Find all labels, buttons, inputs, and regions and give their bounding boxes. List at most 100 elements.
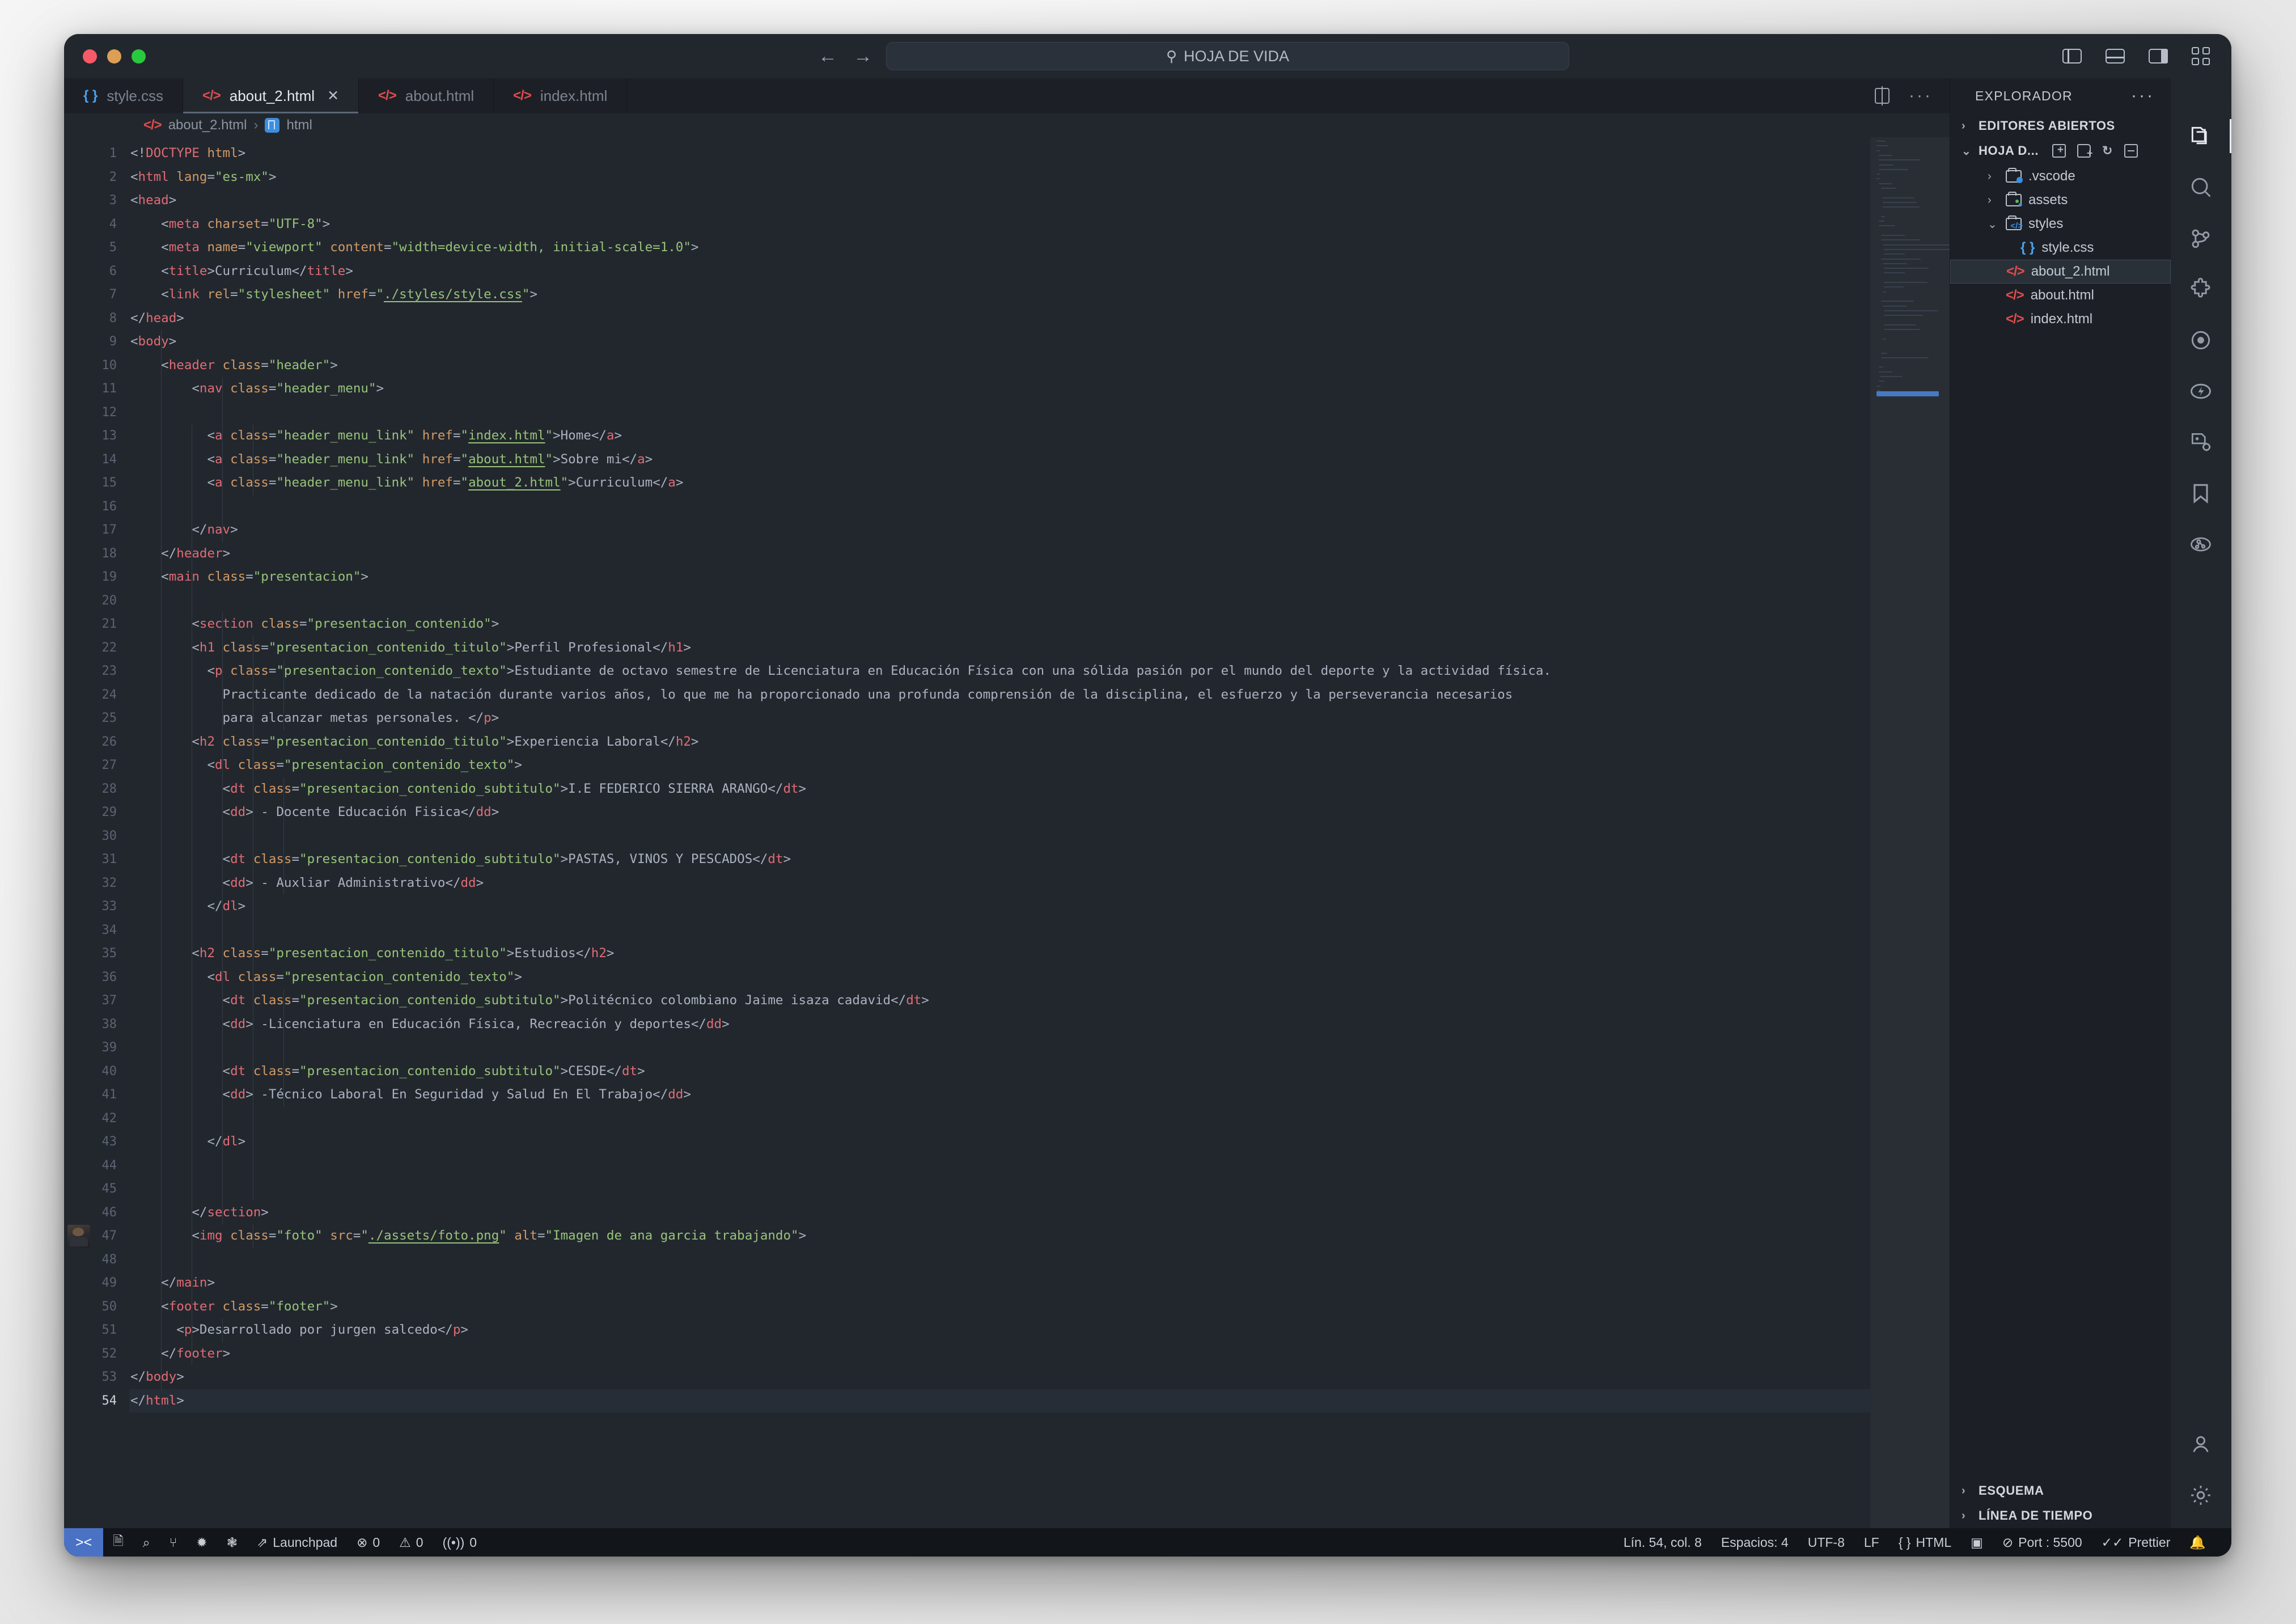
code-line[interactable]: <dd> -Técnico Laboral En Seguridad y Sal… (129, 1083, 1870, 1107)
section-open-editors[interactable]: › EDITORES ABIERTOS (1950, 113, 2171, 138)
toggle-primary-sidebar-icon[interactable] (2062, 49, 2082, 64)
tree-item-styles[interactable]: ⌄ </> styles (1950, 212, 2171, 236)
extensions-puzzle-icon[interactable] (2188, 277, 2214, 303)
code-line[interactable]: <meta charset="UTF-8"> (129, 213, 1870, 236)
back-arrow-icon[interactable]: ← (818, 46, 837, 66)
settings-gear-icon[interactable] (2188, 1483, 2214, 1509)
tree-item-style-css[interactable]: { } style.css (1950, 236, 2171, 260)
code-line[interactable]: <!DOCTYPE html> (129, 142, 1870, 166)
code-line[interactable]: <dt class="presentacion_contenido_subtit… (129, 1060, 1870, 1084)
new-folder-icon[interactable] (2077, 144, 2093, 159)
refresh-icon[interactable]: ↻ (2102, 145, 2113, 157)
code-line[interactable]: <dd> - Docente Educación Fisica</dd> (129, 801, 1870, 824)
minimap-slider[interactable] (1871, 137, 1950, 1528)
status-item-debug-bug-icon[interactable]: ✹ (187, 1535, 217, 1550)
toggle-secondary-sidebar-icon[interactable] (2149, 49, 2168, 64)
code-line[interactable]: Practicante dedicado de la natación dura… (129, 683, 1870, 707)
code-line[interactable] (129, 495, 1870, 519)
code-line[interactable]: <header class="header"> (129, 354, 1870, 378)
tree-item--vscode[interactable]: › .vscode (1950, 164, 2171, 188)
code-line[interactable]: <nav class="header_menu"> (129, 377, 1870, 401)
code-line[interactable] (129, 1107, 1870, 1131)
code-line[interactable]: </footer> (129, 1342, 1870, 1366)
forward-arrow-icon[interactable]: → (853, 46, 872, 66)
split-editor-icon[interactable] (1875, 86, 1890, 105)
minimize-window-button[interactable] (107, 49, 121, 64)
section-workspace-folder[interactable]: ⌄ HOJA D... ↻ (1950, 138, 2171, 163)
tree-item-index-html[interactable]: </> index.html (1950, 307, 2171, 331)
breadcrumb-symbol[interactable]: html (286, 117, 312, 133)
search-icon[interactable] (2188, 175, 2214, 201)
code-line[interactable]: </header> (129, 542, 1870, 566)
code-line[interactable]: <img class="foto" src="./assets/foto.png… (129, 1224, 1870, 1248)
code-line[interactable]: </dl> (129, 895, 1870, 919)
account-icon[interactable] (2188, 1432, 2214, 1458)
status-item-error-circle-icon[interactable]: ⊗ 0 (347, 1535, 389, 1550)
tree-item-about_2-html[interactable]: </> about_2.html (1950, 260, 2171, 284)
close-tab-icon[interactable]: ✕ (327, 87, 339, 104)
code-line[interactable]: <dt class="presentacion_contenido_subtit… (129, 848, 1870, 872)
new-file-icon[interactable] (2052, 144, 2066, 158)
code-line[interactable] (129, 589, 1870, 613)
code-line[interactable] (129, 1248, 1870, 1272)
bookmark-icon[interactable] (2188, 481, 2214, 507)
status-item-radio-tower-icon[interactable]: ((•)) 0 (433, 1535, 487, 1550)
code-line[interactable]: <h2 class="presentacion_contenido_titulo… (129, 730, 1870, 754)
code-line[interactable]: para alcanzar metas personales. </p> (129, 707, 1870, 730)
status-item-l-n-54-col-8[interactable]: Lín. 54, col. 8 (1614, 1535, 1712, 1550)
code-line[interactable]: </body> (129, 1365, 1870, 1389)
section-timeline[interactable]: › LÍNEA DE TIEMPO (1950, 1503, 2171, 1528)
code-line[interactable] (129, 1177, 1870, 1201)
code-line[interactable]: <a class="header_menu_link" href="about.… (129, 448, 1870, 472)
customize-layout-icon[interactable] (2192, 47, 2210, 65)
code-line[interactable]: <main class="presentacion"> (129, 565, 1870, 589)
command-search-bar[interactable]: ⚲ HOJA DE VIDA (886, 42, 1569, 70)
toggle-panel-icon[interactable] (2106, 49, 2125, 64)
editor-tab-style-css[interactable]: { } style.css (64, 78, 184, 113)
status-item-espacios-4[interactable]: Espacios: 4 (1712, 1535, 1798, 1550)
code-line[interactable]: <dt class="presentacion_contenido_subtit… (129, 989, 1870, 1013)
status-item-preview-icon[interactable]: ▣ (1961, 1535, 1993, 1550)
code-line[interactable]: <section class="presentacion_contenido"> (129, 612, 1870, 636)
code-line[interactable] (129, 919, 1870, 942)
code-line[interactable]: </nav> (129, 518, 1870, 542)
code-line[interactable]: <dt class="presentacion_contenido_subtit… (129, 777, 1870, 801)
code-line[interactable] (129, 401, 1870, 425)
code-line[interactable] (129, 1036, 1870, 1060)
close-window-button[interactable] (83, 49, 97, 64)
status-item-warning-triangle-icon[interactable]: ⚠ 0 (389, 1535, 433, 1550)
thunder-client-icon[interactable] (2188, 379, 2214, 405)
code-line[interactable]: <dl class="presentacion_contenido_texto"… (129, 966, 1870, 989)
editor-tab-about-html[interactable]: </> about.html (359, 78, 494, 113)
code-line[interactable] (129, 824, 1870, 848)
editor-more-actions-icon[interactable]: ··· (1909, 87, 1933, 104)
status-item-file-icon[interactable]: 🗎 (103, 1532, 133, 1554)
code-line[interactable]: <h2 class="presentacion_contenido_titulo… (129, 942, 1870, 966)
code-line[interactable]: <p>Desarrollado por jurgen salcedo</p> (129, 1318, 1870, 1342)
status-item-bell-icon[interactable]: 🔔 (2180, 1535, 2215, 1550)
code-line[interactable]: </html> (129, 1389, 1870, 1412)
editor-tab-about_2-html[interactable]: </> about_2.html ✕ (183, 78, 359, 113)
remote-window-button[interactable]: >< (64, 1528, 104, 1557)
code-line[interactable]: <meta name="viewport" content="width=dev… (129, 236, 1870, 260)
code-line[interactable]: <dd> - Auxliar Administrativo</dd> (129, 872, 1870, 895)
minimap[interactable] (1870, 137, 1950, 1528)
image-preview-thumbnail[interactable] (67, 1225, 90, 1247)
explorer-files-icon[interactable] (2188, 119, 2231, 153)
tree-item-assets[interactable]: › assets (1950, 188, 2171, 212)
share-graph-icon[interactable] (2188, 532, 2214, 558)
code-line[interactable]: <dl class="presentacion_contenido_texto"… (129, 754, 1870, 777)
breadcrumb-file[interactable]: about_2.html (168, 117, 247, 133)
status-item-launchpad-rocket-icon[interactable]: ⇗ Launchpad (247, 1535, 347, 1550)
status-item-search-icon[interactable]: ⌕ (133, 1535, 160, 1550)
code-line[interactable]: <dd> -Licenciatura en Educación Física, … (129, 1013, 1870, 1037)
editor-tab-index-html[interactable]: </> index.html (494, 78, 628, 113)
code-line[interactable]: <p class="presentacion_contenido_texto">… (129, 659, 1870, 683)
code-line[interactable]: <link rel="stylesheet" href="./styles/st… (129, 283, 1870, 307)
code-line[interactable]: <title>Curriculum</title> (129, 260, 1870, 284)
status-item-check-check-icon[interactable]: ✓✓ Prettier (2092, 1535, 2180, 1550)
code-content[interactable]: <!DOCTYPE html> <html lang="es-mx"> <head>… (129, 137, 1870, 1528)
tree-item-about-html[interactable]: </> about.html (1950, 284, 2171, 307)
status-item-extensions-icon[interactable]: ❃ (217, 1535, 247, 1550)
code-line[interactable]: </section> (129, 1201, 1870, 1225)
